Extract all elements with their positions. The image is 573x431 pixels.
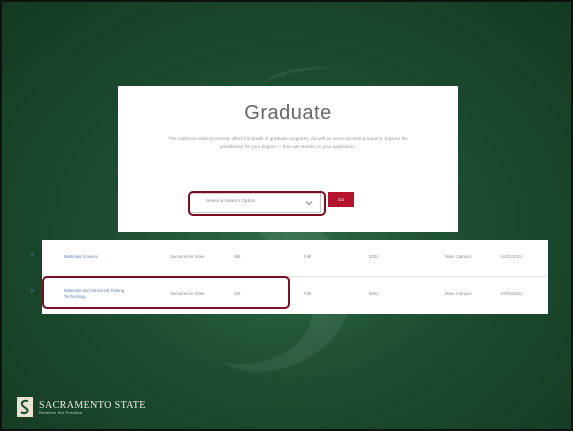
slide-background: Graduate The California State University…	[0, 0, 573, 431]
deadline-cell: 04/01/2021	[501, 291, 523, 296]
sac-state-logo: SACRAMENTO STATE Redefine the Possible	[17, 395, 146, 419]
location-cell: Main Campus	[445, 291, 472, 296]
term-cell: Fall	[304, 291, 311, 296]
program-link[interactable]: Materials Science	[64, 254, 98, 260]
campus-cell: Sacramento State	[170, 254, 205, 259]
term-cell: Fall	[304, 254, 311, 259]
deadline-cell: 04/01/2021	[501, 254, 523, 259]
row-highlight-box	[42, 276, 290, 309]
year-cell: 2021	[369, 254, 379, 259]
plus-icon[interactable]: +	[30, 288, 34, 295]
hornet-logo-icon	[17, 397, 33, 417]
degree-cell: MS	[234, 254, 241, 259]
table-row: + Materials Science Sacramento State MS …	[30, 240, 548, 277]
plus-icon[interactable]: +	[30, 252, 34, 259]
logo-subtitle: Redefine the Possible	[39, 410, 83, 415]
go-button[interactable]: Go	[328, 192, 354, 207]
logo-text: SACRAMENTO STATE	[39, 399, 146, 411]
page-title: Graduate	[244, 102, 332, 124]
year-cell: 2021	[369, 291, 379, 296]
card-description: The California State University offers h…	[168, 136, 408, 149]
location-cell: Main Campus	[445, 254, 472, 259]
select-highlight-box	[188, 191, 326, 216]
